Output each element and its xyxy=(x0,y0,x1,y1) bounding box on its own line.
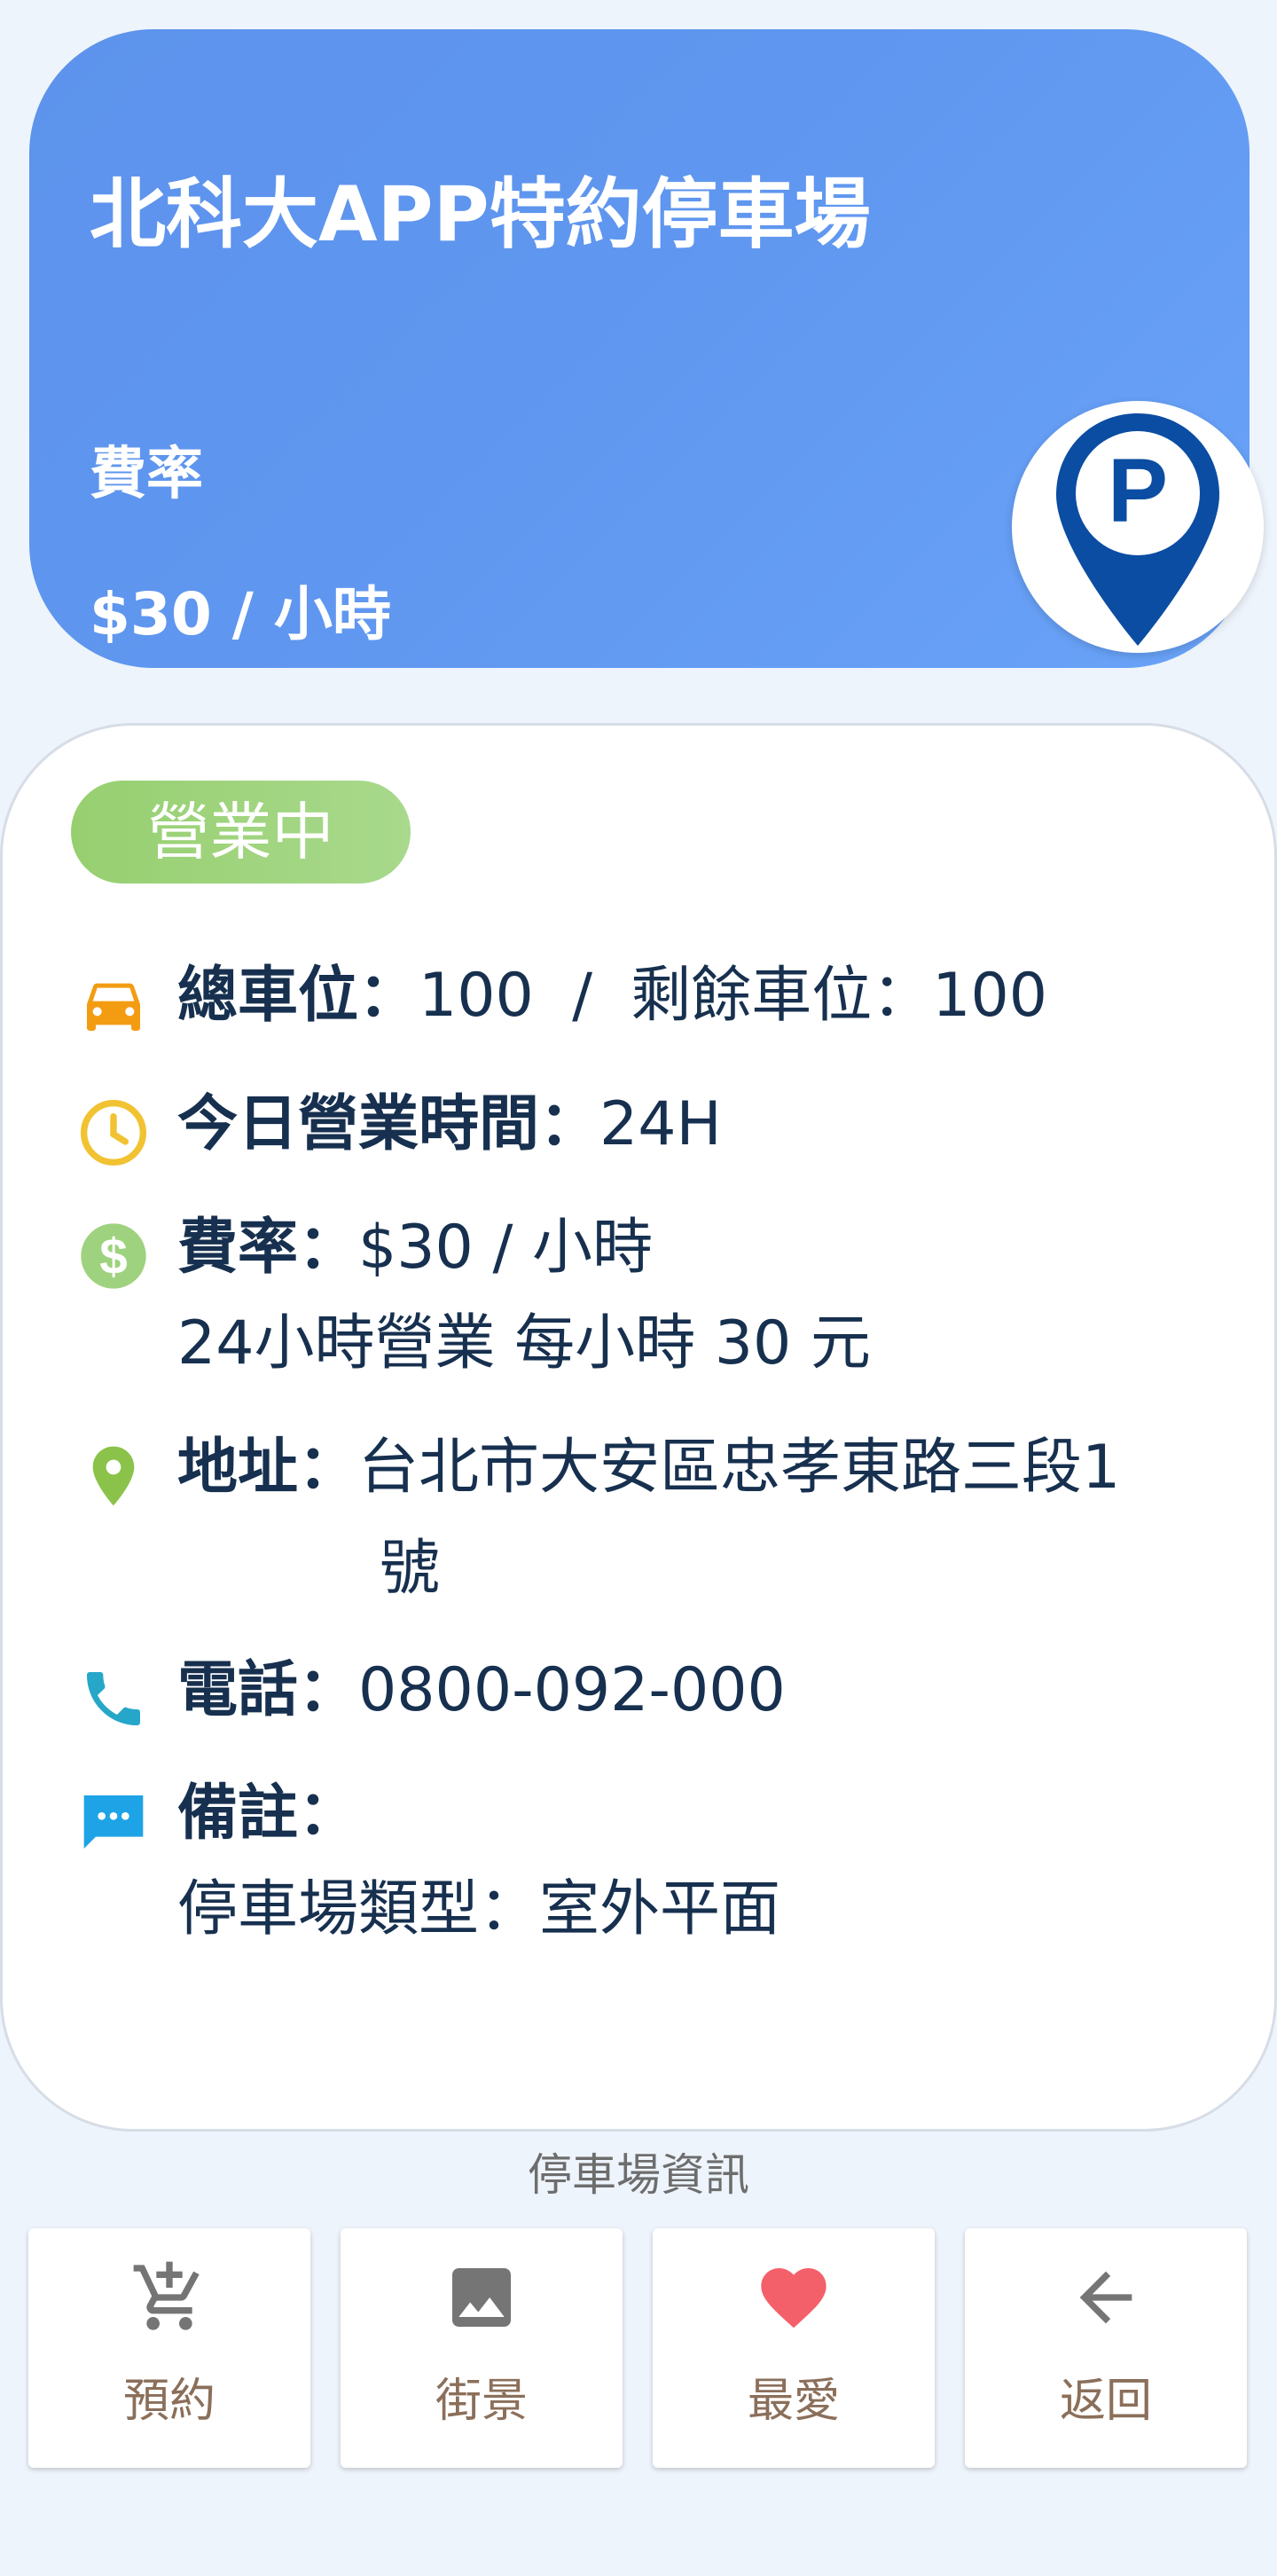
chat-icon xyxy=(83,1795,144,1849)
address-line1: 台北市大安區忠孝東路三段1 xyxy=(358,1433,1121,1503)
favorite-label: 最愛 xyxy=(747,2375,840,2428)
clock-icon xyxy=(81,1100,146,1166)
parking-badge: P xyxy=(1012,401,1264,653)
add-cart-icon xyxy=(133,2261,200,2330)
hours-label: 今日營業時間 xyxy=(177,1089,540,1159)
streetview-label: 街景 xyxy=(435,2375,528,2428)
spaces-label: 總車位 xyxy=(177,961,359,1031)
header-rate-value: $30 / 小時 xyxy=(90,580,391,648)
rate-sep: ： xyxy=(298,1213,359,1283)
rate-label: 費率 xyxy=(177,1213,299,1283)
arrow-back-icon xyxy=(1079,2271,1132,2324)
back-button[interactable]: 返回 xyxy=(965,2228,1247,2468)
phone-sep: ： xyxy=(298,1655,359,1725)
remain-label: 剩餘車位 xyxy=(631,961,873,1031)
svg-text:P: P xyxy=(1108,440,1168,541)
section-caption: 停車場資訊 xyxy=(528,2149,749,2201)
phone-label: 電話 xyxy=(177,1655,299,1725)
spaces-total: 100 xyxy=(419,961,534,1031)
rate-value: $30 / 小時 xyxy=(358,1213,653,1283)
back-label: 返回 xyxy=(1059,2375,1152,2428)
location-pin-icon xyxy=(92,1446,135,1506)
status-badge: 營業中 xyxy=(71,781,411,884)
car-icon xyxy=(87,983,140,1031)
parking-pin-icon: P xyxy=(1056,413,1219,646)
spaces-divider: / xyxy=(572,961,592,1031)
heart-icon xyxy=(761,2268,827,2329)
notes-sep: ： xyxy=(298,1779,359,1849)
notes-value: 停車場類型：室外平面 xyxy=(177,1874,781,1944)
remain-sep: ： xyxy=(872,961,933,1031)
image-icon xyxy=(452,2268,511,2327)
spaces-sep: ： xyxy=(358,961,419,1031)
svg-text:$: $ xyxy=(99,1229,128,1285)
address-line2: 號 xyxy=(380,1534,441,1604)
page-title: 北科大APP特約停車場 xyxy=(90,170,871,259)
reserve-label: 預約 xyxy=(122,2375,215,2428)
streetview-button[interactable]: 街景 xyxy=(341,2228,623,2468)
header-rate-label: 費率 xyxy=(90,442,203,507)
hours-value: 24H xyxy=(599,1089,722,1159)
hours-sep: ： xyxy=(539,1089,600,1159)
notes-label: 備註 xyxy=(177,1779,299,1849)
phone-value[interactable]: 0800-092-000 xyxy=(358,1655,786,1725)
address-label: 地址 xyxy=(177,1433,299,1503)
rate-detail: 24小時營業 每小時 30 元 xyxy=(177,1308,871,1378)
spaces-remain: 100 xyxy=(932,961,1048,1031)
reserve-button[interactable]: 預約 xyxy=(28,2228,310,2468)
address-sep: ： xyxy=(298,1433,359,1503)
phone-icon xyxy=(87,1672,140,1725)
dollar-icon: $ xyxy=(81,1223,146,1289)
favorite-button[interactable]: 最愛 xyxy=(653,2228,935,2468)
